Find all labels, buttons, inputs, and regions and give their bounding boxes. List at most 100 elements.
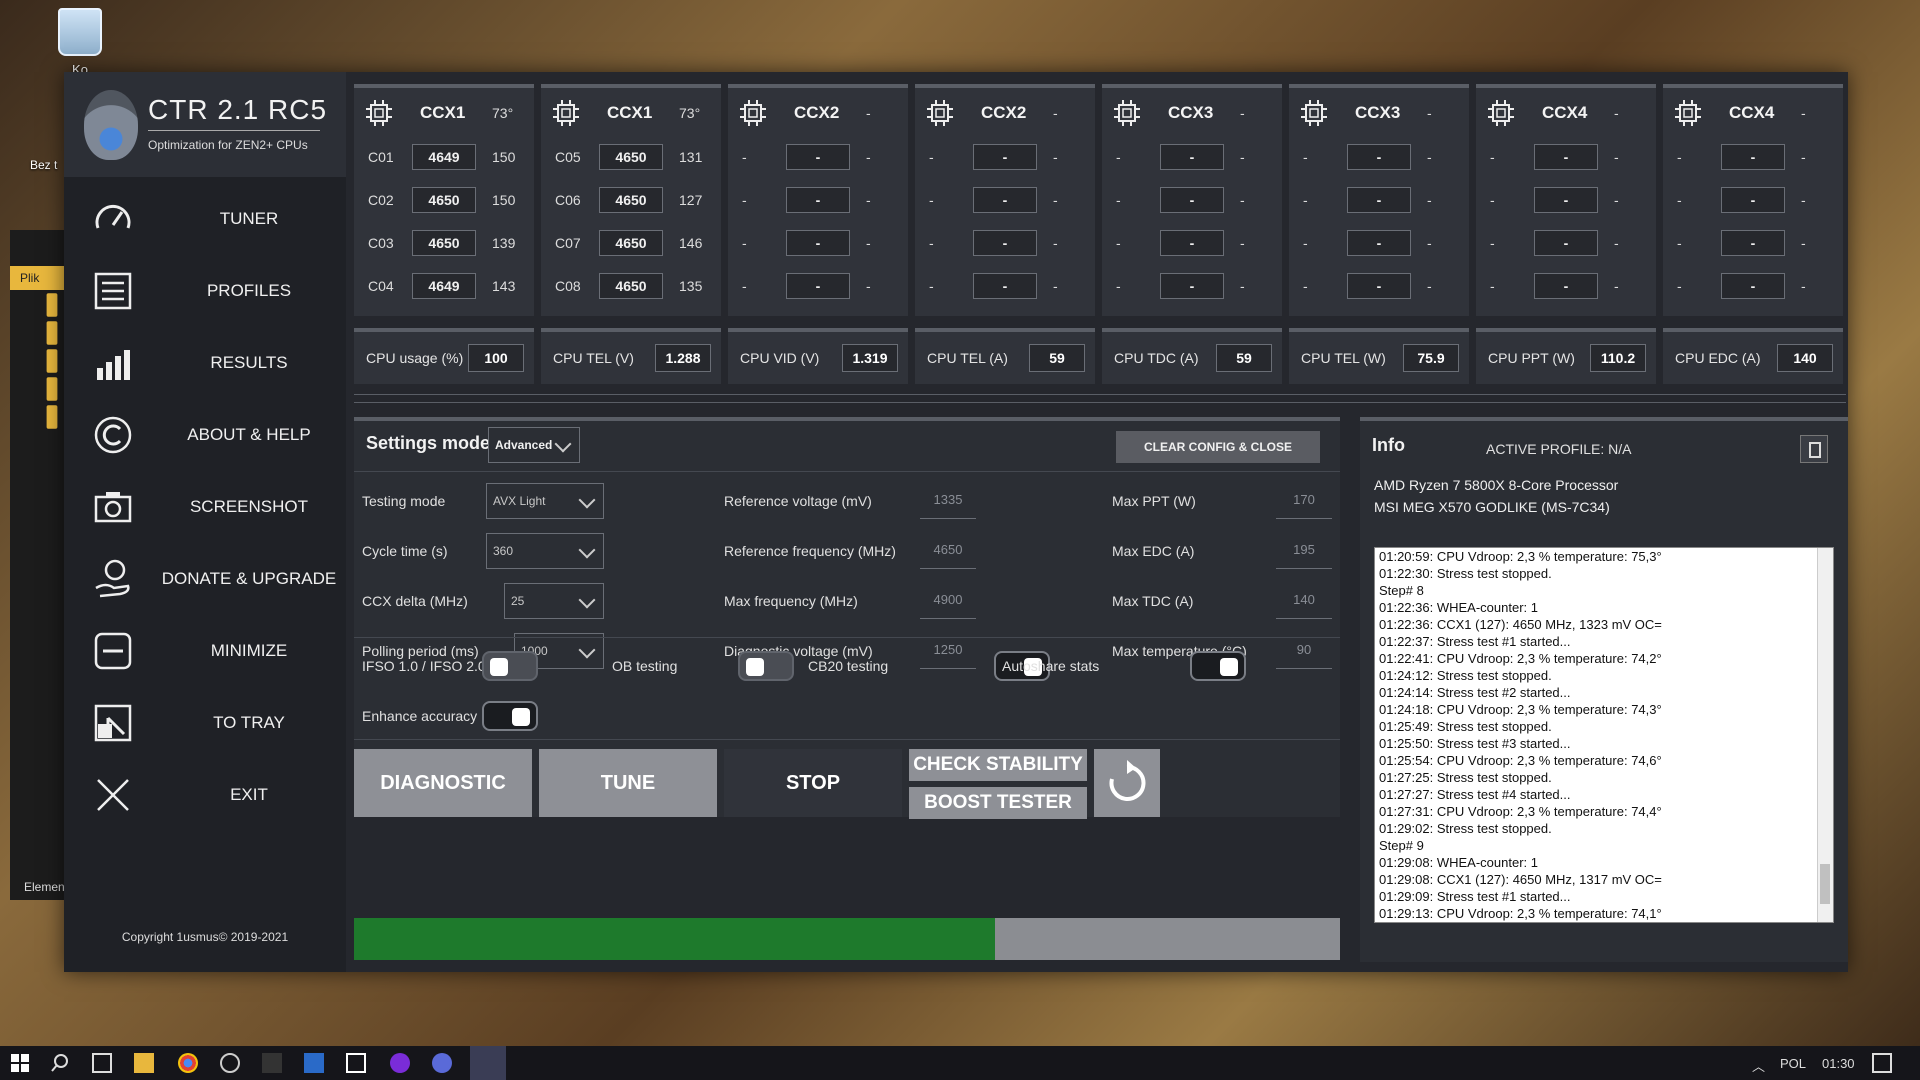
- core-frequency: -: [1347, 187, 1411, 213]
- field-input[interactable]: 170: [1276, 483, 1332, 519]
- field-input[interactable]: 1335: [920, 483, 976, 519]
- core-value: 135: [679, 278, 703, 294]
- stat-value: 100: [468, 344, 524, 372]
- nav-item-exit[interactable]: EXIT: [64, 759, 346, 831]
- nav-item-profiles[interactable]: PROFILES: [64, 255, 346, 327]
- clipboard-icon: [1809, 442, 1821, 458]
- settings-select[interactable]: 25: [504, 583, 604, 619]
- refresh-button[interactable]: [1094, 749, 1160, 817]
- boost-tester-button[interactable]: BOOST TESTER: [909, 787, 1087, 819]
- task-view-icon[interactable]: [92, 1053, 112, 1073]
- ctr-taskbar-icon[interactable]: [470, 1046, 506, 1080]
- core-value: 150: [492, 149, 516, 165]
- toggle-knob: [490, 658, 508, 676]
- settings-select[interactable]: 360: [486, 533, 604, 569]
- core-row: - - -: [1476, 185, 1656, 215]
- ccx-card: CCX1 73° C01 4649 150 C02 4650 150 C03 4…: [354, 84, 534, 316]
- toggle-switch[interactable]: [482, 651, 538, 681]
- tray-chevron-icon[interactable]: ︿: [1752, 1056, 1765, 1075]
- nav-item-about-help[interactable]: ABOUT & HELP: [64, 399, 346, 471]
- stat-value: 59: [1029, 344, 1085, 372]
- log-scroll-thumb[interactable]: [1820, 864, 1830, 904]
- explorer-file-tab[interactable]: Plik: [10, 266, 65, 290]
- windows-start-icon[interactable]: [10, 1053, 30, 1073]
- progress-fill: [354, 918, 995, 960]
- nav-item-to-tray[interactable]: TO TRAY: [64, 687, 346, 759]
- stop-button[interactable]: STOP: [724, 749, 902, 817]
- folder-icon[interactable]: [46, 349, 58, 373]
- toggle-knob: [746, 658, 764, 676]
- folder-icon[interactable]: [46, 321, 58, 345]
- core-id: C04: [368, 278, 394, 294]
- folder-icon[interactable]: [46, 377, 58, 401]
- app-icon[interactable]: [346, 1053, 366, 1073]
- chevron-down-icon: [578, 641, 596, 659]
- toggle-switch[interactable]: [1190, 651, 1246, 681]
- field-input[interactable]: 195: [1276, 533, 1332, 569]
- nav-item-results[interactable]: RESULTS: [64, 327, 346, 399]
- core-id: -: [1490, 192, 1495, 208]
- core-id: -: [929, 278, 934, 294]
- app-icon[interactable]: [432, 1053, 452, 1073]
- app-icon[interactable]: [220, 1053, 240, 1073]
- copyright-text: Copyright 1usmus© 2019-2021: [121, 930, 289, 944]
- stat-label: CPU TDC (A): [1114, 350, 1199, 366]
- field-input[interactable]: 90: [1276, 633, 1332, 669]
- app-icon[interactable]: [390, 1053, 410, 1073]
- folder-icon[interactable]: [46, 293, 58, 317]
- nav-label: DONATE & UPGRADE: [161, 569, 337, 588]
- core-frequency: 4650: [599, 273, 663, 299]
- language-indicator[interactable]: POL: [1780, 1056, 1806, 1071]
- core-row: - - -: [915, 271, 1095, 301]
- nav-item-minimize[interactable]: MINIMIZE: [64, 615, 346, 687]
- folder-icon[interactable]: [46, 405, 58, 429]
- core-value: -: [1427, 235, 1432, 251]
- file-explorer-icon[interactable]: [134, 1053, 154, 1073]
- toggle-label: OB testing: [612, 658, 678, 674]
- nav-item-tuner[interactable]: TUNER: [64, 183, 346, 255]
- core-value: -: [1240, 278, 1245, 294]
- settings-mode-select[interactable]: Advanced: [488, 427, 580, 463]
- core-id: -: [929, 149, 934, 165]
- nav-item-screenshot[interactable]: SCREENSHOT: [64, 471, 346, 543]
- core-id: -: [1490, 149, 1495, 165]
- cpu-chip-icon: [1673, 98, 1703, 128]
- core-value: -: [866, 149, 871, 165]
- copy-log-button[interactable]: [1800, 435, 1828, 463]
- search-icon[interactable]: [50, 1053, 70, 1073]
- cpu-chip-icon: [1486, 98, 1516, 128]
- ccx-card: CCX2 - - - - - - - - - - - - -: [728, 84, 908, 316]
- chrome-icon[interactable]: [178, 1053, 198, 1073]
- core-row: - - -: [1476, 142, 1656, 172]
- core-id: -: [742, 149, 747, 165]
- app-icon[interactable]: [262, 1053, 282, 1073]
- toggle-switch[interactable]: [482, 701, 538, 731]
- nav-item-donate-upgrade[interactable]: DONATE & UPGRADE: [64, 543, 346, 615]
- app-icon[interactable]: [304, 1053, 324, 1073]
- log-scrollbar[interactable]: [1817, 548, 1833, 922]
- field-input[interactable]: 4650: [920, 533, 976, 569]
- log-line: 01:24:18: CPU Vdroop: 2,3 % temperature:…: [1379, 702, 1662, 717]
- field-input[interactable]: 140: [1276, 583, 1332, 619]
- log-box[interactable]: 01:20:59: CPU Vdroop: 2,3 % temperature:…: [1374, 547, 1834, 923]
- log-line: 01:29:02: Stress test stopped.: [1379, 821, 1552, 836]
- settings-select[interactable]: AVX Light: [486, 483, 604, 519]
- field-input[interactable]: 4900: [920, 583, 976, 619]
- field-input[interactable]: 1250: [920, 633, 976, 669]
- check-stability-button[interactable]: CHECK STABILITY: [909, 749, 1087, 781]
- core-row: - - -: [1289, 185, 1469, 215]
- clear-config-button[interactable]: CLEAR CONFIG & CLOSE: [1116, 431, 1320, 463]
- clock[interactable]: 01:30: [1822, 1056, 1855, 1071]
- info-title: Info: [1372, 435, 1405, 455]
- notification-icon[interactable]: [1872, 1053, 1892, 1073]
- stat-card: CPU VID (V) 1.319: [728, 328, 908, 384]
- ccx-temperature: -: [1801, 105, 1806, 121]
- core-value: -: [1240, 235, 1245, 251]
- toggle-label: IFSO 1.0 / IFSO 2.0: [362, 658, 486, 674]
- field-label: CCX delta (MHz): [362, 593, 468, 609]
- tune-button[interactable]: TUNE: [539, 749, 717, 817]
- stat-label: CPU TEL (W): [1301, 350, 1386, 366]
- diagnostic-button[interactable]: DIAGNOSTIC: [354, 749, 532, 817]
- toggle-switch[interactable]: [738, 651, 794, 681]
- core-frequency: -: [1160, 273, 1224, 299]
